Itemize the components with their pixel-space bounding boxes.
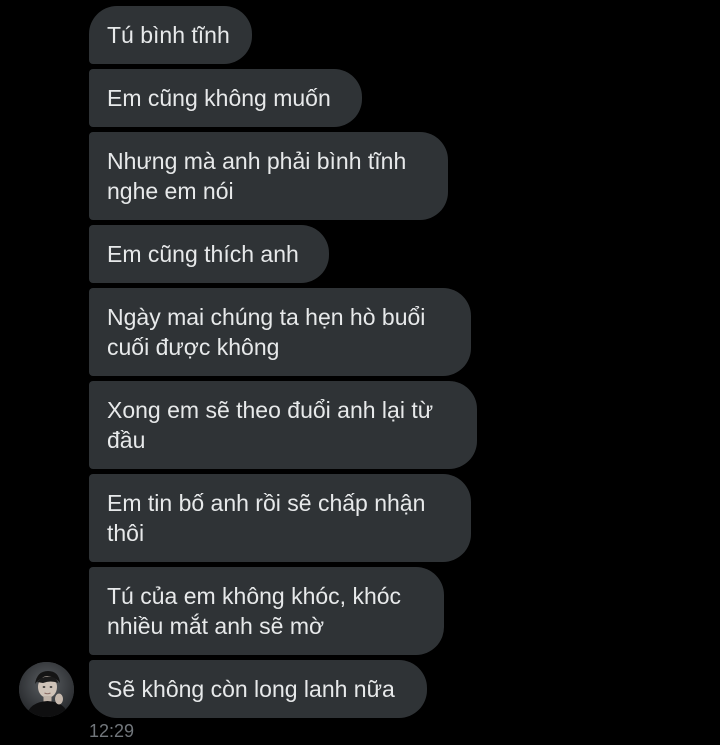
message-bubble[interactable]: Nhưng mà anh phải bình tĩnh nghe em nói bbox=[89, 132, 448, 220]
avatar-photo-icon bbox=[19, 662, 74, 717]
message-bubble[interactable]: Sẽ không còn long lanh nữa bbox=[89, 660, 427, 718]
message-timestamp: 12:29 bbox=[89, 721, 135, 741]
message-bubble[interactable]: Em cũng thích anh bbox=[89, 225, 329, 283]
message-bubble[interactable]: Em tin bố anh rồi sẽ chấp nhận thôi bbox=[89, 474, 471, 562]
user-avatar[interactable] bbox=[19, 662, 74, 717]
message-bubble[interactable]: Tú của em không khóc, khóc nhiều mắt anh… bbox=[89, 567, 444, 655]
message-bubble[interactable]: Tú bình tĩnh bbox=[89, 6, 252, 64]
message-bubble[interactable]: Ngày mai chúng ta hẹn hò buổi cuối được … bbox=[89, 288, 471, 376]
message-bubble[interactable]: Em cũng không muốn bbox=[89, 69, 362, 127]
message-bubble[interactable]: Xong em sẽ theo đuổi anh lại từ đầu bbox=[89, 381, 477, 469]
